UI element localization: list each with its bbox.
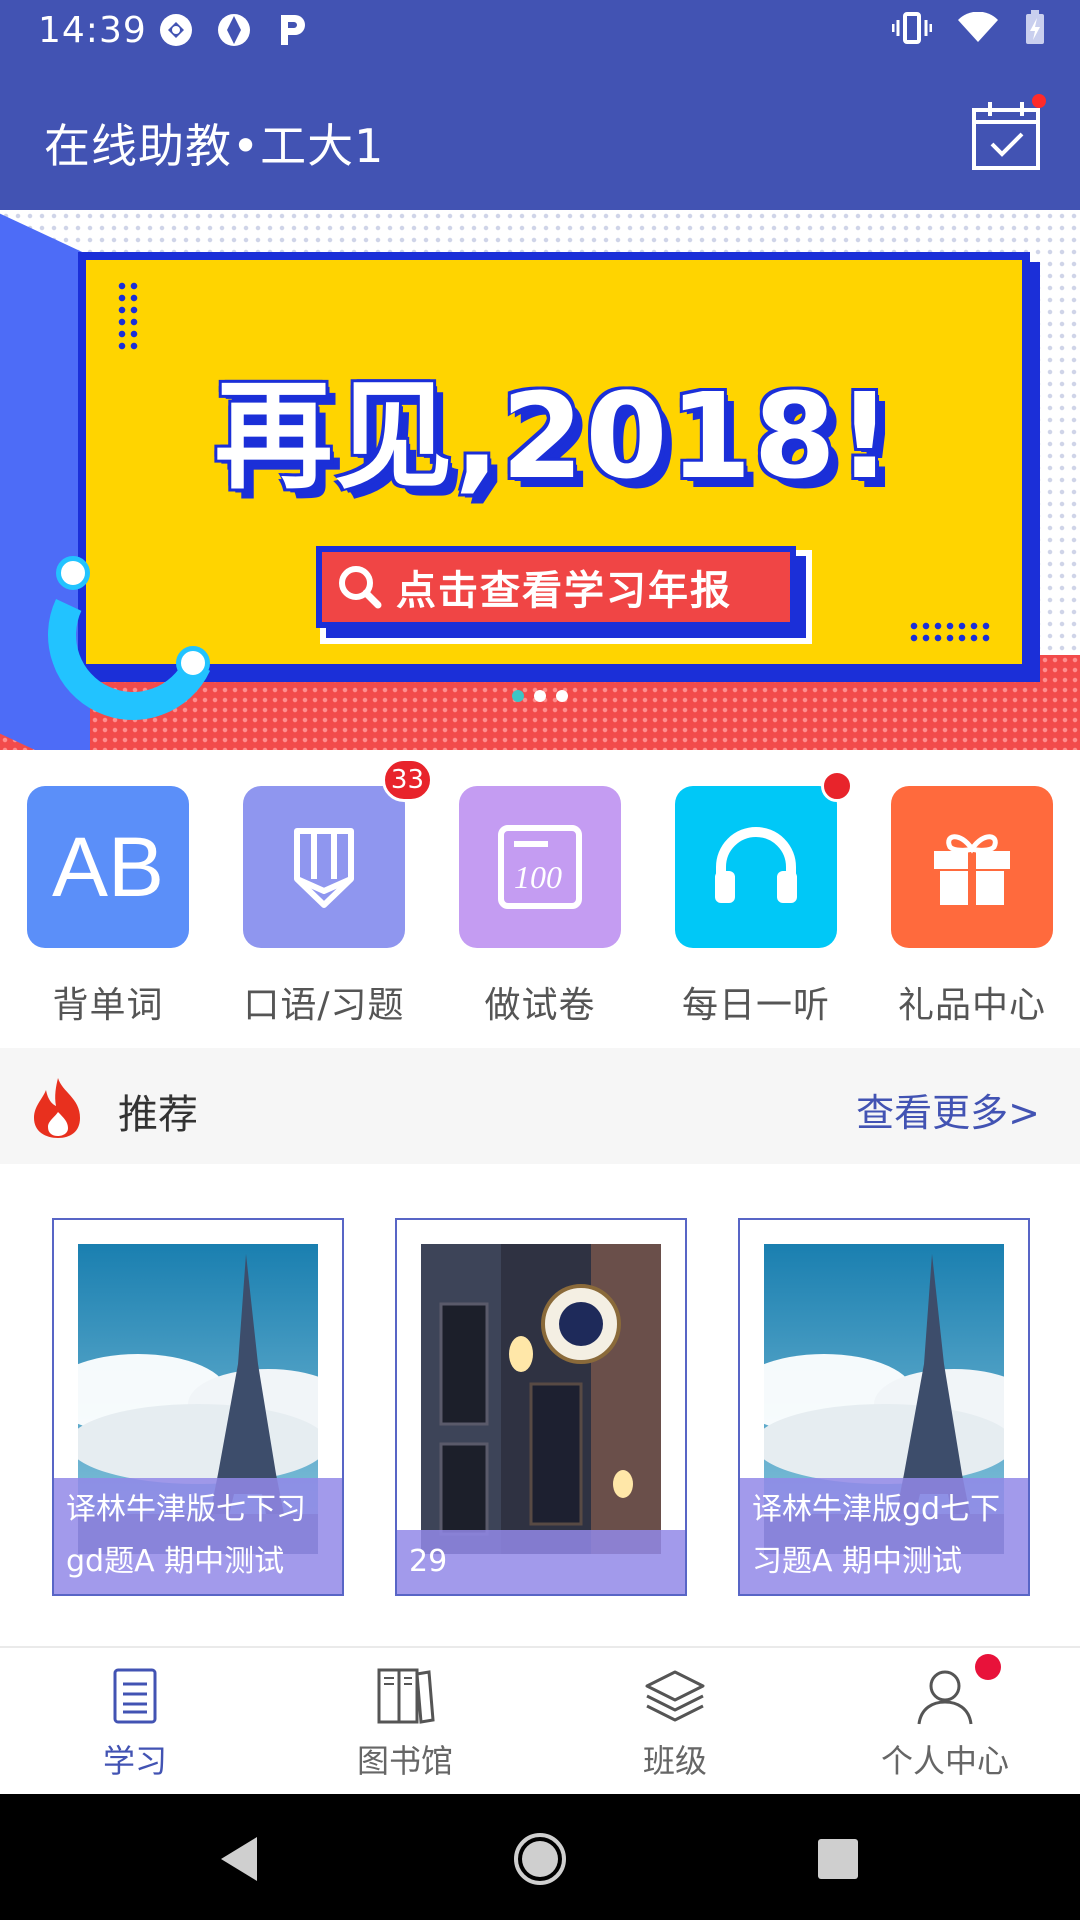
search-icon bbox=[339, 566, 382, 609]
content-card[interactable]: 译林牛津版七下习gd题A 期中测试 bbox=[52, 1218, 344, 1596]
system-status-icons bbox=[891, 10, 1046, 50]
feature-tile[interactable]: 33 bbox=[243, 758, 433, 948]
back-triangle-icon bbox=[221, 1837, 257, 1881]
feature-speaking-exercises[interactable]: 33 口语/习题 bbox=[229, 758, 433, 1028]
notification-dot bbox=[975, 1654, 1001, 1680]
feature-tile[interactable]: 100 bbox=[459, 786, 621, 948]
checkin-calendar-button[interactable] bbox=[970, 94, 1046, 172]
app-bar: 在线助教•工大1 bbox=[0, 64, 1080, 210]
nav-label: 图书馆 bbox=[356, 1742, 453, 1780]
aperture-notification-icon bbox=[214, 10, 254, 50]
feature-tile[interactable] bbox=[675, 770, 853, 948]
promo-banner[interactable]: 再见,2018! 点击查看学习年报 bbox=[0, 210, 1080, 750]
books-icon bbox=[373, 1664, 437, 1728]
nav-tab-profile[interactable]: 个人中心 bbox=[810, 1648, 1080, 1796]
nav-tab-library[interactable]: 图书馆 bbox=[270, 1648, 540, 1796]
pub-sign-image bbox=[421, 1244, 661, 1554]
feature-gift-center[interactable]: 礼品中心 bbox=[877, 786, 1067, 1028]
wifi-icon bbox=[958, 11, 998, 48]
status-bar: 14:39 bbox=[0, 0, 1080, 64]
recommend-title: 推荐 bbox=[118, 1092, 198, 1138]
feature-vocabulary[interactable]: AB 背单词 bbox=[13, 786, 203, 1028]
bottom-navigation: 学习 图书馆 班级 个人中心 bbox=[0, 1646, 1080, 1794]
feature-label: 礼品中心 bbox=[897, 985, 1046, 1026]
battery-icon bbox=[1024, 10, 1046, 50]
card-caption: 译林牛津版七下习gd题A 期中测试 bbox=[54, 1478, 342, 1594]
recommend-cards: 译林牛津版七下习gd题A 期中测试 29 译林牛津版gd七下习题A 期中测试 bbox=[0, 1218, 1080, 1598]
feature-tile[interactable]: AB bbox=[27, 786, 189, 948]
home-button[interactable] bbox=[505, 1824, 575, 1894]
feature-label: 做试卷 bbox=[484, 985, 596, 1026]
feature-daily-listening[interactable]: 每日一听 bbox=[661, 770, 853, 1028]
banner-cta-label: 点击查看学习年报 bbox=[396, 568, 732, 614]
banner-cta-button[interactable]: 点击查看学习年报 bbox=[316, 546, 796, 628]
banner-dot-pattern bbox=[908, 620, 992, 644]
banner-panel: 再见,2018! 点击查看学习年报 bbox=[78, 252, 1030, 672]
notification-dot bbox=[821, 770, 853, 802]
recents-button[interactable] bbox=[803, 1824, 873, 1894]
nav-tab-class[interactable]: 班级 bbox=[540, 1648, 810, 1796]
calendar-notification-dot bbox=[1032, 94, 1046, 108]
feature-tile[interactable] bbox=[891, 786, 1053, 948]
layers-icon bbox=[643, 1664, 707, 1728]
recents-square-icon bbox=[818, 1839, 858, 1879]
calendar-check-icon bbox=[972, 102, 1040, 170]
banner-ring-cap bbox=[176, 646, 210, 680]
gift-icon bbox=[934, 834, 1010, 905]
feature-grid: AB 背单词 33 口语/习题 100 做试卷 每日一听 礼品中心 bbox=[0, 758, 1080, 1028]
feature-label: 背单词 bbox=[52, 985, 164, 1026]
pager-dot[interactable] bbox=[556, 690, 568, 702]
nav-label: 学习 bbox=[102, 1742, 167, 1780]
recommend-header: 推荐 查看更多> bbox=[0, 1048, 1080, 1164]
banner-ring-cap bbox=[56, 556, 90, 590]
nav-tab-study[interactable]: 学习 bbox=[0, 1648, 270, 1796]
headphones-icon bbox=[715, 827, 797, 903]
content-card[interactable]: 译林牛津版gd七下习题A 期中测试 bbox=[738, 1218, 1030, 1596]
person-icon bbox=[913, 1654, 1001, 1728]
exam-paper-icon: 100 bbox=[498, 825, 582, 909]
ab-letters-icon: AB bbox=[51, 819, 165, 914]
pencil-icon bbox=[294, 828, 354, 908]
feature-exam-paper[interactable]: 100 做试卷 bbox=[445, 786, 635, 1028]
document-list-icon bbox=[103, 1664, 167, 1728]
system-navigation-bar bbox=[0, 1794, 1080, 1920]
banner-pager bbox=[0, 690, 1080, 702]
card-caption: 译林牛津版gd七下习题A 期中测试 bbox=[740, 1478, 1028, 1594]
back-button[interactable] bbox=[204, 1824, 274, 1894]
app-title: 在线助教•工大1 bbox=[44, 119, 385, 173]
nav-label: 个人中心 bbox=[880, 1742, 1009, 1780]
nav-label: 班级 bbox=[642, 1742, 707, 1780]
score-text: 100 bbox=[514, 859, 562, 895]
feature-label: 口语/习题 bbox=[243, 985, 405, 1026]
app-notification-icon bbox=[156, 10, 196, 50]
parking-notification-icon bbox=[272, 10, 312, 50]
notification-icons bbox=[156, 10, 312, 50]
status-time: 14:39 bbox=[38, 10, 147, 51]
count-badge: 33 bbox=[381, 758, 433, 802]
content-card[interactable]: 29 bbox=[395, 1218, 687, 1596]
vibrate-icon bbox=[891, 10, 933, 50]
see-more-link[interactable]: 查看更多> bbox=[856, 1082, 1040, 1137]
fire-icon bbox=[34, 1078, 80, 1138]
feature-label: 每日一听 bbox=[681, 985, 830, 1026]
pager-dot[interactable] bbox=[534, 690, 546, 702]
pager-dot[interactable] bbox=[512, 690, 524, 702]
banner-headline: 再见,2018! bbox=[214, 367, 894, 505]
card-caption: 29 bbox=[397, 1530, 685, 1594]
home-circle-icon bbox=[514, 1833, 566, 1885]
